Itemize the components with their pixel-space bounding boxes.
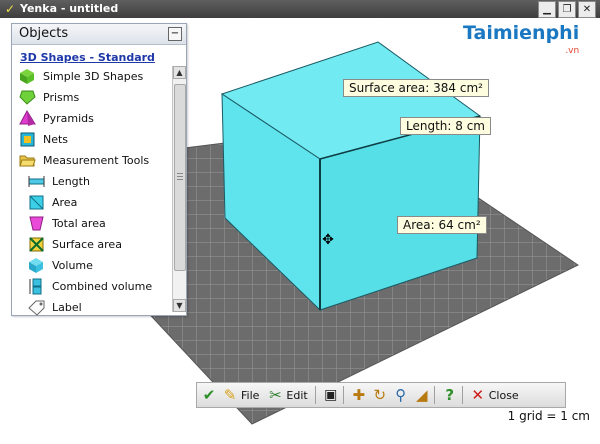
list-item-label-tool[interactable]: Label [28, 297, 82, 317]
category-link[interactable]: 3D Shapes - Standard [20, 51, 155, 64]
cube-green-icon [20, 68, 34, 84]
total-area-icon [29, 216, 44, 230]
magnifier-icon: ⚲ [395, 386, 407, 404]
collapse-panel-button[interactable]: − [168, 27, 182, 41]
list-item-length[interactable]: Length [28, 171, 90, 191]
list-item-label: Label [52, 300, 82, 314]
toolbar-separator [433, 386, 435, 404]
list-item-label: Combined volume [52, 279, 153, 293]
toolbar-separator [342, 386, 344, 404]
close-button-label: Close [488, 388, 519, 402]
length-callout[interactable]: Length: 8 cm [400, 117, 491, 135]
list-item-label: Pyramids [43, 111, 94, 125]
help-button[interactable]: ? [441, 384, 459, 406]
scroll-thumb[interactable] [174, 84, 186, 271]
close-button[interactable]: ✕ Close [469, 384, 523, 406]
list-item-nets[interactable]: Nets [19, 129, 68, 149]
edit-button-label: Edit [286, 388, 308, 402]
list-item-label: Volume [52, 258, 93, 272]
list-item-label: Prisms [43, 90, 80, 104]
list-item-volume[interactable]: Volume [28, 255, 93, 275]
list-item-label: Length [52, 174, 90, 188]
save-button[interactable]: ▣ [322, 384, 340, 406]
scroll-up-arrow[interactable]: ▲ [173, 66, 186, 79]
minimize-window-button[interactable]: ▁ [538, 1, 556, 18]
list-item-prisms[interactable]: Prisms [19, 87, 79, 107]
list-item-surface-area[interactable]: Surface area [28, 234, 122, 254]
scroll-down-arrow[interactable]: ▼ [173, 299, 186, 312]
list-item-pyramids[interactable]: Pyramids [19, 108, 94, 128]
grid-scale-label: 1 grid = 1 cm [507, 409, 590, 423]
close-x-icon: ✕ [471, 386, 485, 404]
window-title: Yenka - untitled [20, 2, 119, 15]
scissors-icon: ✂ [269, 386, 282, 404]
folder-open-icon [19, 155, 36, 166]
select-tool-button[interactable]: ✔ [200, 384, 218, 406]
surface-area-callout[interactable]: Surface area: 384 cm² [343, 79, 489, 97]
watermark-tld: .vn [565, 46, 580, 56]
toolbar-separator [461, 386, 463, 404]
edit-button[interactable]: ✂ Edit [266, 384, 311, 406]
list-item-label: Total area [52, 216, 106, 230]
rotate-icon: ↻ [373, 386, 387, 404]
move-cursor-icon: ✥ [322, 232, 334, 248]
floppy-disk-icon: ▣ [324, 387, 338, 403]
list-item-label: Nets [43, 132, 69, 146]
file-button[interactable]: ✎ File [221, 384, 263, 406]
surface-area-icon [29, 236, 44, 252]
list-item-area[interactable]: Area [28, 192, 77, 212]
list-item-label: Simple 3D Shapes [43, 69, 144, 83]
list-item-total-area[interactable]: Total area [28, 213, 106, 233]
ruler-length-icon [28, 175, 45, 187]
move-arrows-icon: ✚ [352, 386, 366, 404]
list-item-label: Area [52, 195, 78, 209]
label-tag-icon [28, 300, 45, 316]
watermark-text: Taimienphi [463, 22, 580, 44]
file-button-label: File [241, 388, 260, 402]
watermark-logo: Taimienphi .vn [463, 22, 580, 56]
area-callout[interactable]: Area: 64 cm² [397, 216, 487, 234]
zoom-tool-button[interactable]: ⚲ [392, 384, 410, 406]
window-title-bar: ✓ Yenka - untitled ▁ ❐ ✕ [0, 0, 600, 18]
net-cyan-icon [20, 132, 35, 146]
combined-volume-icon [29, 278, 42, 294]
help-question-icon: ? [445, 386, 455, 404]
pyramid-magenta-icon [19, 109, 36, 126]
camera-tool-button[interactable]: ◢ [413, 384, 431, 406]
rotate-tool-button[interactable]: ↻ [371, 384, 389, 406]
move-tool-button[interactable]: ✚ [350, 384, 368, 406]
list-item-label: Measurement Tools [43, 153, 150, 167]
objects-panel-header: Objects − [12, 24, 186, 45]
folder-pencil-icon: ✎ [223, 386, 237, 404]
list-item-combined-volume[interactable]: Combined volume [28, 276, 152, 296]
objects-panel: Objects − 3D Shapes - Standard Simple 3D… [11, 23, 187, 316]
check-mark-icon: ✔ [202, 386, 216, 404]
bottom-toolbar: ✔ ✎ File ✂ Edit ▣ ✚ ↻ ⚲ ◢ ? ✕ Close [196, 382, 566, 408]
close-window-button[interactable]: ✕ [578, 1, 596, 18]
objects-list-scrollbar[interactable]: ▲ ▼ [172, 66, 186, 312]
window-controls: ▁ ❐ ✕ [538, 1, 596, 18]
list-item-label: Surface area [52, 237, 122, 251]
objects-panel-title: Objects [19, 26, 69, 41]
area-square-icon [29, 195, 44, 209]
prism-green-icon [19, 90, 36, 105]
yenka-app-icon: ✓ [4, 2, 16, 16]
list-item-measurement-tools[interactable]: Measurement Tools [19, 150, 149, 170]
toolbar-separator [314, 386, 316, 404]
list-item-simple-3d-shapes[interactable]: Simple 3D Shapes [19, 66, 143, 86]
restore-window-button[interactable]: ❐ [558, 1, 576, 18]
volume-cube-icon [29, 257, 43, 273]
camera-angle-icon: ◢ [415, 386, 428, 404]
